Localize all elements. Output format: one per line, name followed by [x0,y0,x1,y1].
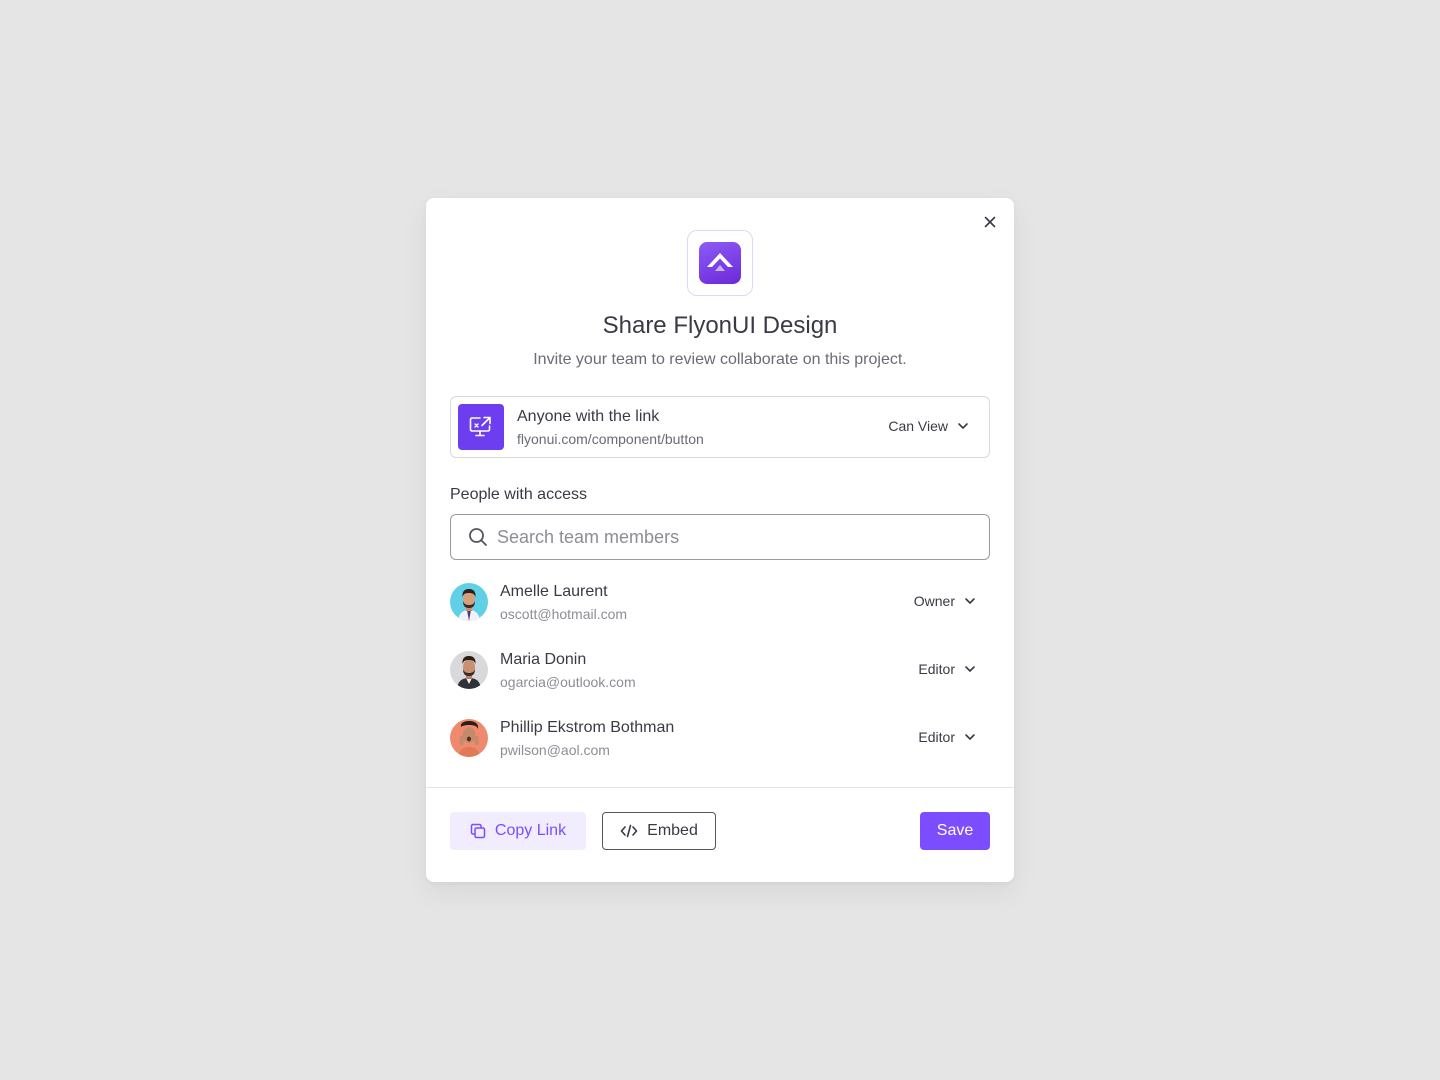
search-box [450,514,990,560]
role-dropdown[interactable]: Editor [918,729,976,745]
embed-label: Embed [647,822,698,839]
members-list: Amelle Laurent oscott@hotmail.com Owner [450,582,990,786]
search-icon [468,527,488,547]
copy-link-label: Copy Link [494,822,567,839]
role-label: Editor [918,729,955,745]
chevron-down-icon [958,423,968,429]
search-input[interactable] [497,526,977,548]
link-access-title: Anyone with the link [517,408,660,425]
share-screen-icon [458,404,504,450]
list-item: Maria Donin ogarcia@outlook.com Editor [450,650,990,718]
list-item: Amelle Laurent oscott@hotmail.com Owner [450,582,990,650]
save-button[interactable]: Save [920,812,990,850]
member-name: Maria Donin [500,651,587,668]
dialog-subtitle: Invite your team to review collaborate o… [533,351,907,368]
member-email: ogarcia@outlook.com [500,674,636,690]
code-icon [620,824,638,838]
avatar [450,583,488,621]
chevron-down-icon [965,666,975,672]
list-item: Phillip Ekstrom Bothman pwilson@aol.com … [450,718,990,786]
chevron-down-icon [965,598,975,604]
flyonui-logo-icon [699,242,741,284]
embed-button[interactable]: Embed [602,812,716,850]
link-permission-dropdown[interactable]: Can View [888,418,969,434]
copy-link-button[interactable]: Copy Link [450,812,586,850]
role-dropdown[interactable]: Editor [918,661,976,677]
avatar [450,719,488,757]
member-name: Amelle Laurent [500,583,608,600]
member-email: oscott@hotmail.com [500,606,628,622]
role-label: Editor [918,661,955,677]
member-email: pwilson@aol.com [500,742,610,758]
footer-divider [426,787,1014,788]
share-dialog: Share FlyonUI Design Invite your team to… [426,198,1014,882]
chevron-down-icon [965,734,975,740]
link-access-card: Anyone with the link flyonui.com/compone… [450,396,990,458]
close-icon [984,216,996,228]
copy-icon [470,823,486,839]
role-label: Owner [913,593,955,609]
dialog-title: Share FlyonUI Design [602,312,838,339]
avatar [450,651,488,689]
app-logo-frame [687,230,753,296]
link-url: flyonui.com/component/button [517,431,704,447]
member-name: Phillip Ekstrom Bothman [500,719,675,736]
link-permission-label: Can View [888,418,948,434]
close-button[interactable] [980,212,1000,232]
role-dropdown[interactable]: Owner [914,593,976,609]
people-section-label: People with access [450,486,587,503]
save-label: Save [936,822,974,839]
